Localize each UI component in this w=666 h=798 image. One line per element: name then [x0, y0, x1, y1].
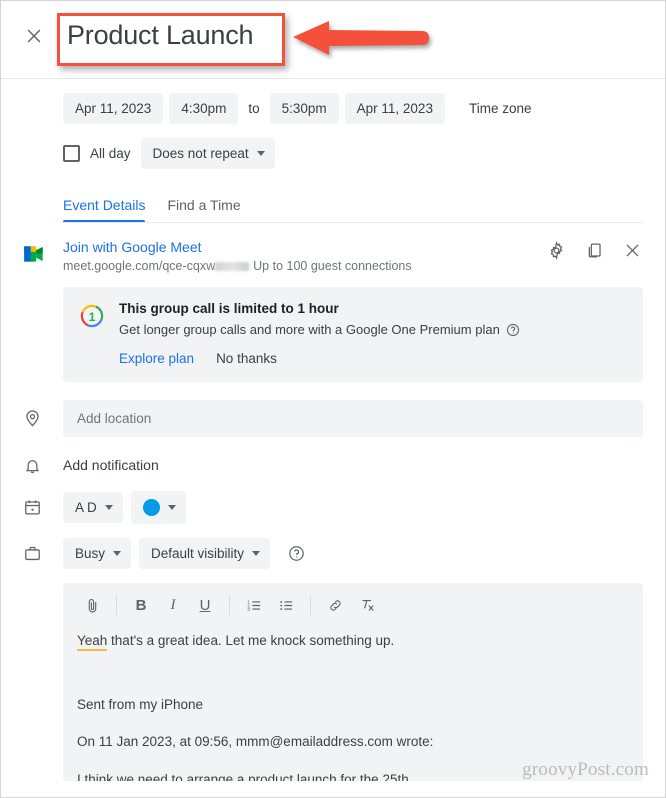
underline-icon[interactable]: U: [190, 591, 220, 619]
google-one-icon: 1: [80, 304, 104, 328]
description-toolbar: B I U 1 2 3: [63, 583, 643, 625]
meet-action-buttons: [545, 239, 643, 261]
calendar-owner-label: A D: [75, 500, 97, 515]
meet-url: meet.google.com/qce-cqxw: [63, 259, 216, 273]
no-thanks-button[interactable]: No thanks: [216, 351, 277, 366]
editor-header: Product Launch: [1, 1, 665, 79]
close-icon[interactable]: [621, 239, 643, 261]
chevron-down-icon: [167, 505, 176, 510]
copy-icon[interactable]: [583, 239, 605, 261]
description-line-4: I think we need to arrange a product lau…: [77, 771, 409, 781]
toolbar-divider: [229, 595, 230, 615]
repeat-dropdown[interactable]: Does not repeat: [140, 138, 275, 169]
link-icon[interactable]: [320, 591, 350, 619]
meet-guest-capacity: Up to 100 guest connections: [253, 259, 412, 273]
chevron-down-icon: [104, 505, 113, 510]
bulleted-list-icon[interactable]: [271, 591, 301, 619]
event-color-dropdown[interactable]: [130, 491, 186, 524]
misspelled-word: Yeah: [77, 633, 108, 651]
tab-find-a-time[interactable]: Find a Time: [167, 197, 240, 223]
chevron-down-icon: [252, 551, 261, 556]
visibility-label: Default visibility: [151, 546, 245, 561]
red-left-arrow-annotation: [293, 21, 429, 55]
briefcase-icon: [21, 543, 43, 565]
location-pin-icon: [21, 408, 43, 430]
end-time-chip[interactable]: 5:30pm: [269, 93, 339, 124]
busy-dropdown[interactable]: Busy: [63, 538, 132, 569]
add-notification-button[interactable]: Add notification: [63, 453, 159, 477]
promo-description: Get longer group calls and more with a G…: [119, 322, 627, 337]
meet-details: meet.google.com/qce-cqxw Up to 100 guest…: [63, 259, 643, 273]
chevron-down-icon: [113, 551, 122, 556]
start-date-chip[interactable]: Apr 11, 2023: [63, 93, 164, 124]
busy-label: Busy: [75, 546, 106, 561]
availability-row: Busy Default visibility: [24, 538, 643, 569]
toolbar-divider: [116, 595, 117, 615]
gear-icon[interactable]: [545, 239, 567, 261]
svg-text:3: 3: [247, 606, 250, 611]
toolbar-divider: [310, 595, 311, 615]
bold-icon[interactable]: B: [126, 591, 156, 619]
allday-repeat-row: All day Does not repeat: [1, 124, 665, 169]
all-day-label[interactable]: All day: [90, 146, 131, 161]
description-editor: B I U 1 2 3 Yeah that's a great idea. Le…: [63, 583, 643, 781]
timezone-button[interactable]: Time zone: [469, 101, 532, 116]
notification-row: Add notification: [25, 453, 643, 477]
close-icon[interactable]: [23, 25, 45, 47]
google-one-promo: 1 This group call is limited to 1 hour G…: [63, 287, 643, 382]
tabs-divider: [63, 222, 643, 223]
calendar-row: A D: [24, 491, 643, 524]
bell-icon: [21, 454, 43, 476]
end-date-chip[interactable]: Apr 11, 2023: [344, 93, 445, 124]
meet-url-redaction: [215, 261, 250, 271]
promo-title: This group call is limited to 1 hour: [119, 301, 339, 316]
start-time-chip[interactable]: 4:30pm: [169, 93, 239, 124]
location-row: [25, 400, 643, 437]
all-day-checkbox[interactable]: [63, 145, 80, 162]
numbered-list-icon[interactable]: 1 2 3: [239, 591, 269, 619]
location-input[interactable]: [63, 400, 643, 437]
help-circle-icon[interactable]: [288, 545, 305, 562]
description-line-1-rest: that's a great idea. Let me knock someth…: [107, 633, 395, 648]
promo-description-text: Get longer group calls and more with a G…: [119, 322, 500, 337]
event-title-text: Product Launch: [67, 20, 254, 50]
event-color-swatch: [142, 499, 160, 516]
description-line-3: On 11 Jan 2023, at 09:56, mmm@emailaddre…: [77, 734, 434, 750]
calendar-icon: [21, 497, 43, 519]
calendar-owner-dropdown[interactable]: A D: [63, 492, 123, 523]
editor-tabs: Event Details Find a Time: [63, 197, 665, 223]
attach-icon[interactable]: [77, 591, 107, 619]
repeat-label: Does not repeat: [152, 146, 249, 161]
description-line-1: Yeah that's a great idea. Let me knock s…: [77, 631, 629, 651]
google-meet-icon: [24, 246, 43, 262]
google-meet-section: Join with Google Meet meet.google.com/qc…: [24, 239, 643, 273]
description-line-2: Sent from my iPhone: [77, 696, 204, 712]
schedule-row: Apr 11, 2023 4:30pm to 5:30pm Apr 11, 20…: [1, 79, 665, 124]
to-label: to: [248, 101, 260, 116]
help-circle-icon[interactable]: [506, 323, 520, 337]
chevron-down-icon: [256, 151, 265, 156]
tab-event-details[interactable]: Event Details: [63, 197, 146, 223]
visibility-dropdown[interactable]: Default visibility: [139, 538, 271, 569]
italic-icon[interactable]: I: [158, 591, 188, 619]
explore-plan-button[interactable]: Explore plan: [119, 351, 194, 366]
svg-text:1: 1: [89, 310, 96, 324]
clear-formatting-icon[interactable]: [352, 591, 382, 619]
description-text-area[interactable]: Yeah that's a great idea. Let me knock s…: [63, 625, 643, 781]
event-title-field[interactable]: Product Launch: [57, 13, 285, 66]
event-editor-window: Product Launch Apr 11, 2023 4:30pm to 5:…: [0, 0, 666, 798]
